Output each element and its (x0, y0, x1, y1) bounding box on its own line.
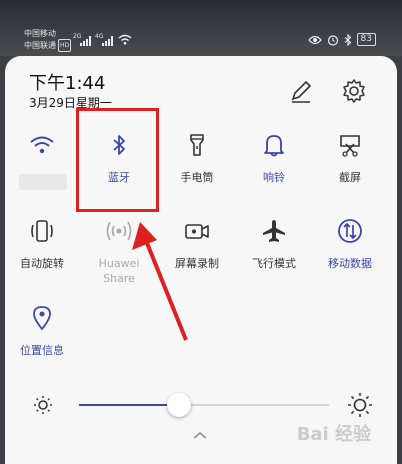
tile-label: 手电筒 (180, 171, 214, 184)
clock-time: 下午1:44 (29, 73, 106, 94)
alarm-icon (327, 34, 338, 46)
tile-wifi[interactable] (7, 132, 77, 158)
wifi-network-name-blurred (19, 174, 67, 190)
location-icon (33, 306, 51, 331)
tile-label: 飞行模式 (252, 257, 296, 270)
brightness-low-icon (34, 396, 52, 414)
tile-screenshot[interactable]: 截屏 (315, 132, 385, 185)
wifi-icon (30, 136, 54, 154)
carrier-2: 中国联通 (24, 41, 56, 50)
tile-huawei-share[interactable]: Huawei Share (84, 218, 154, 286)
wifi-status-icon (118, 34, 132, 45)
brightness-slider[interactable] (29, 388, 379, 422)
tile-auto-rotate[interactable]: 自动旋转 (7, 218, 77, 271)
signal-icon (80, 36, 91, 46)
brightness-fill (79, 404, 179, 406)
tile-label: Huawei Share (98, 257, 140, 285)
tile-screen-record[interactable]: 屏幕录制 (162, 218, 232, 271)
huawei-share-icon (106, 221, 132, 241)
brightness-high-icon (348, 393, 372, 417)
tile-bluetooth[interactable]: 蓝牙 (84, 132, 154, 185)
tile-label: 截屏 (339, 171, 361, 184)
tile-flashlight[interactable]: 手电筒 (162, 132, 232, 185)
auto-rotate-icon (31, 220, 53, 242)
brightness-track[interactable] (79, 404, 329, 406)
carrier-info: 中国移动 中国联通 HD (24, 28, 72, 52)
eye-comfort-icon (307, 35, 322, 44)
expand-chevron-up-icon[interactable] (191, 430, 209, 440)
gear-icon[interactable] (341, 78, 367, 104)
brightness-knob[interactable] (167, 393, 191, 417)
tile-label: 自动旋转 (20, 257, 64, 270)
bluetooth-icon (113, 135, 125, 155)
clock-date: 3月29日星期一 (29, 96, 112, 110)
tile-mobile-data[interactable]: 移动数据 (315, 218, 385, 271)
bell-icon (264, 135, 284, 157)
quick-settings-panel: 下午1:44 3月29日星期一 蓝牙 手电筒 响铃 截屏 自动旋转 Huawei… (5, 56, 397, 464)
pencil-icon[interactable] (288, 78, 314, 104)
battery-indicator: 83 (356, 33, 376, 46)
screen-record-icon (185, 224, 209, 239)
tile-ring[interactable]: 响铃 (239, 132, 309, 185)
airplane-icon (263, 220, 285, 242)
tile-location[interactable]: 位置信息 (7, 305, 77, 358)
signal-icon-2 (102, 36, 113, 46)
tile-label: 移动数据 (328, 257, 372, 270)
hd-badge: HD (58, 39, 72, 52)
tile-label: 屏幕录制 (175, 257, 219, 270)
tile-label: 蓝牙 (108, 171, 130, 184)
mobile-data-icon (338, 219, 362, 243)
bluetooth-status-icon (344, 33, 351, 46)
watermark: Bai 经验 (296, 424, 371, 445)
flashlight-icon (190, 134, 204, 156)
tile-airplane-mode[interactable]: 飞行模式 (239, 218, 309, 271)
tile-label: 响铃 (263, 171, 285, 184)
tile-label: 位置信息 (20, 344, 64, 357)
status-bar: 中国移动 中国联通 HD 2G 4G 83 (0, 0, 402, 56)
screenshot-icon (340, 135, 360, 157)
carrier-1: 中国移动 (24, 29, 56, 38)
